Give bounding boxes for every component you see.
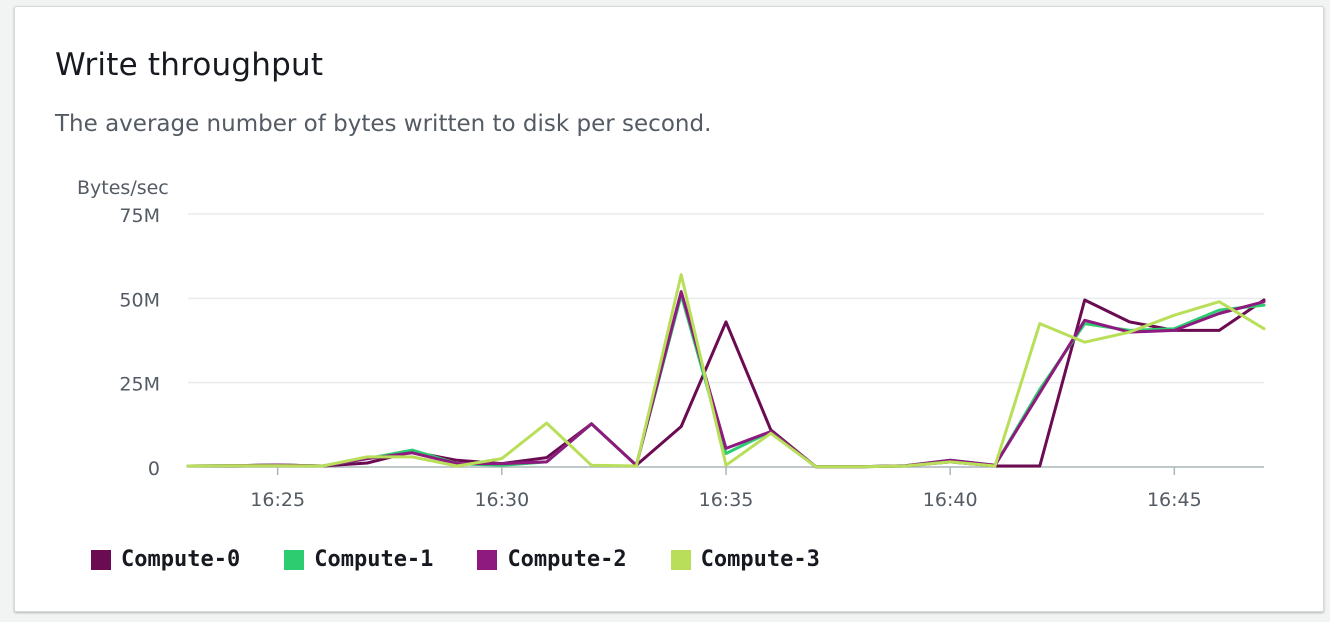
legend-label: Compute-1 [314, 547, 434, 572]
line-chart: 0 25M 50M 75M Bytes/sec 16:25 16:30 16:35 16:40 1… [77, 177, 1266, 511]
legend-swatch-icon [670, 549, 691, 570]
x-tick-label: 16:35 [699, 489, 754, 511]
y-tick-label: 0 [148, 458, 160, 480]
series-lines [186, 273, 1266, 469]
legend-label: Compute-0 [121, 547, 241, 572]
chart-legend: Compute-0 Compute-1 Compute-2 Compute-3 [91, 547, 820, 572]
legend-item-compute-0[interactable]: Compute-0 [91, 547, 240, 572]
y-tick-label: 75M [119, 205, 160, 227]
legend-label: Compute-3 [700, 547, 820, 572]
y-axis-label: Bytes/sec [77, 177, 169, 199]
legend-item-compute-2[interactable]: Compute-2 [477, 547, 627, 572]
legend-item-compute-1[interactable]: Compute-1 [284, 547, 433, 572]
legend-swatch-icon [477, 549, 498, 570]
x-tick-label: 16:30 [474, 489, 529, 511]
legend-swatch-icon [284, 549, 305, 570]
x-tick-label: 16:40 [923, 489, 978, 511]
gridlines [188, 213, 1264, 468]
y-tick-label: 50M [119, 289, 160, 311]
x-tick-label: 16:45 [1147, 489, 1202, 511]
x-tick-label: 16:25 [250, 489, 305, 511]
y-tick-label: 25M [119, 374, 160, 396]
series-line-compute-2 [186, 290, 1266, 469]
legend-item-compute-3[interactable]: Compute-3 [670, 547, 820, 572]
metric-widget: Write throughput The average number of b… [14, 6, 1324, 612]
series-line-compute-3 [186, 273, 1266, 469]
legend-label: Compute-2 [507, 547, 627, 572]
legend-swatch-icon [91, 549, 111, 570]
